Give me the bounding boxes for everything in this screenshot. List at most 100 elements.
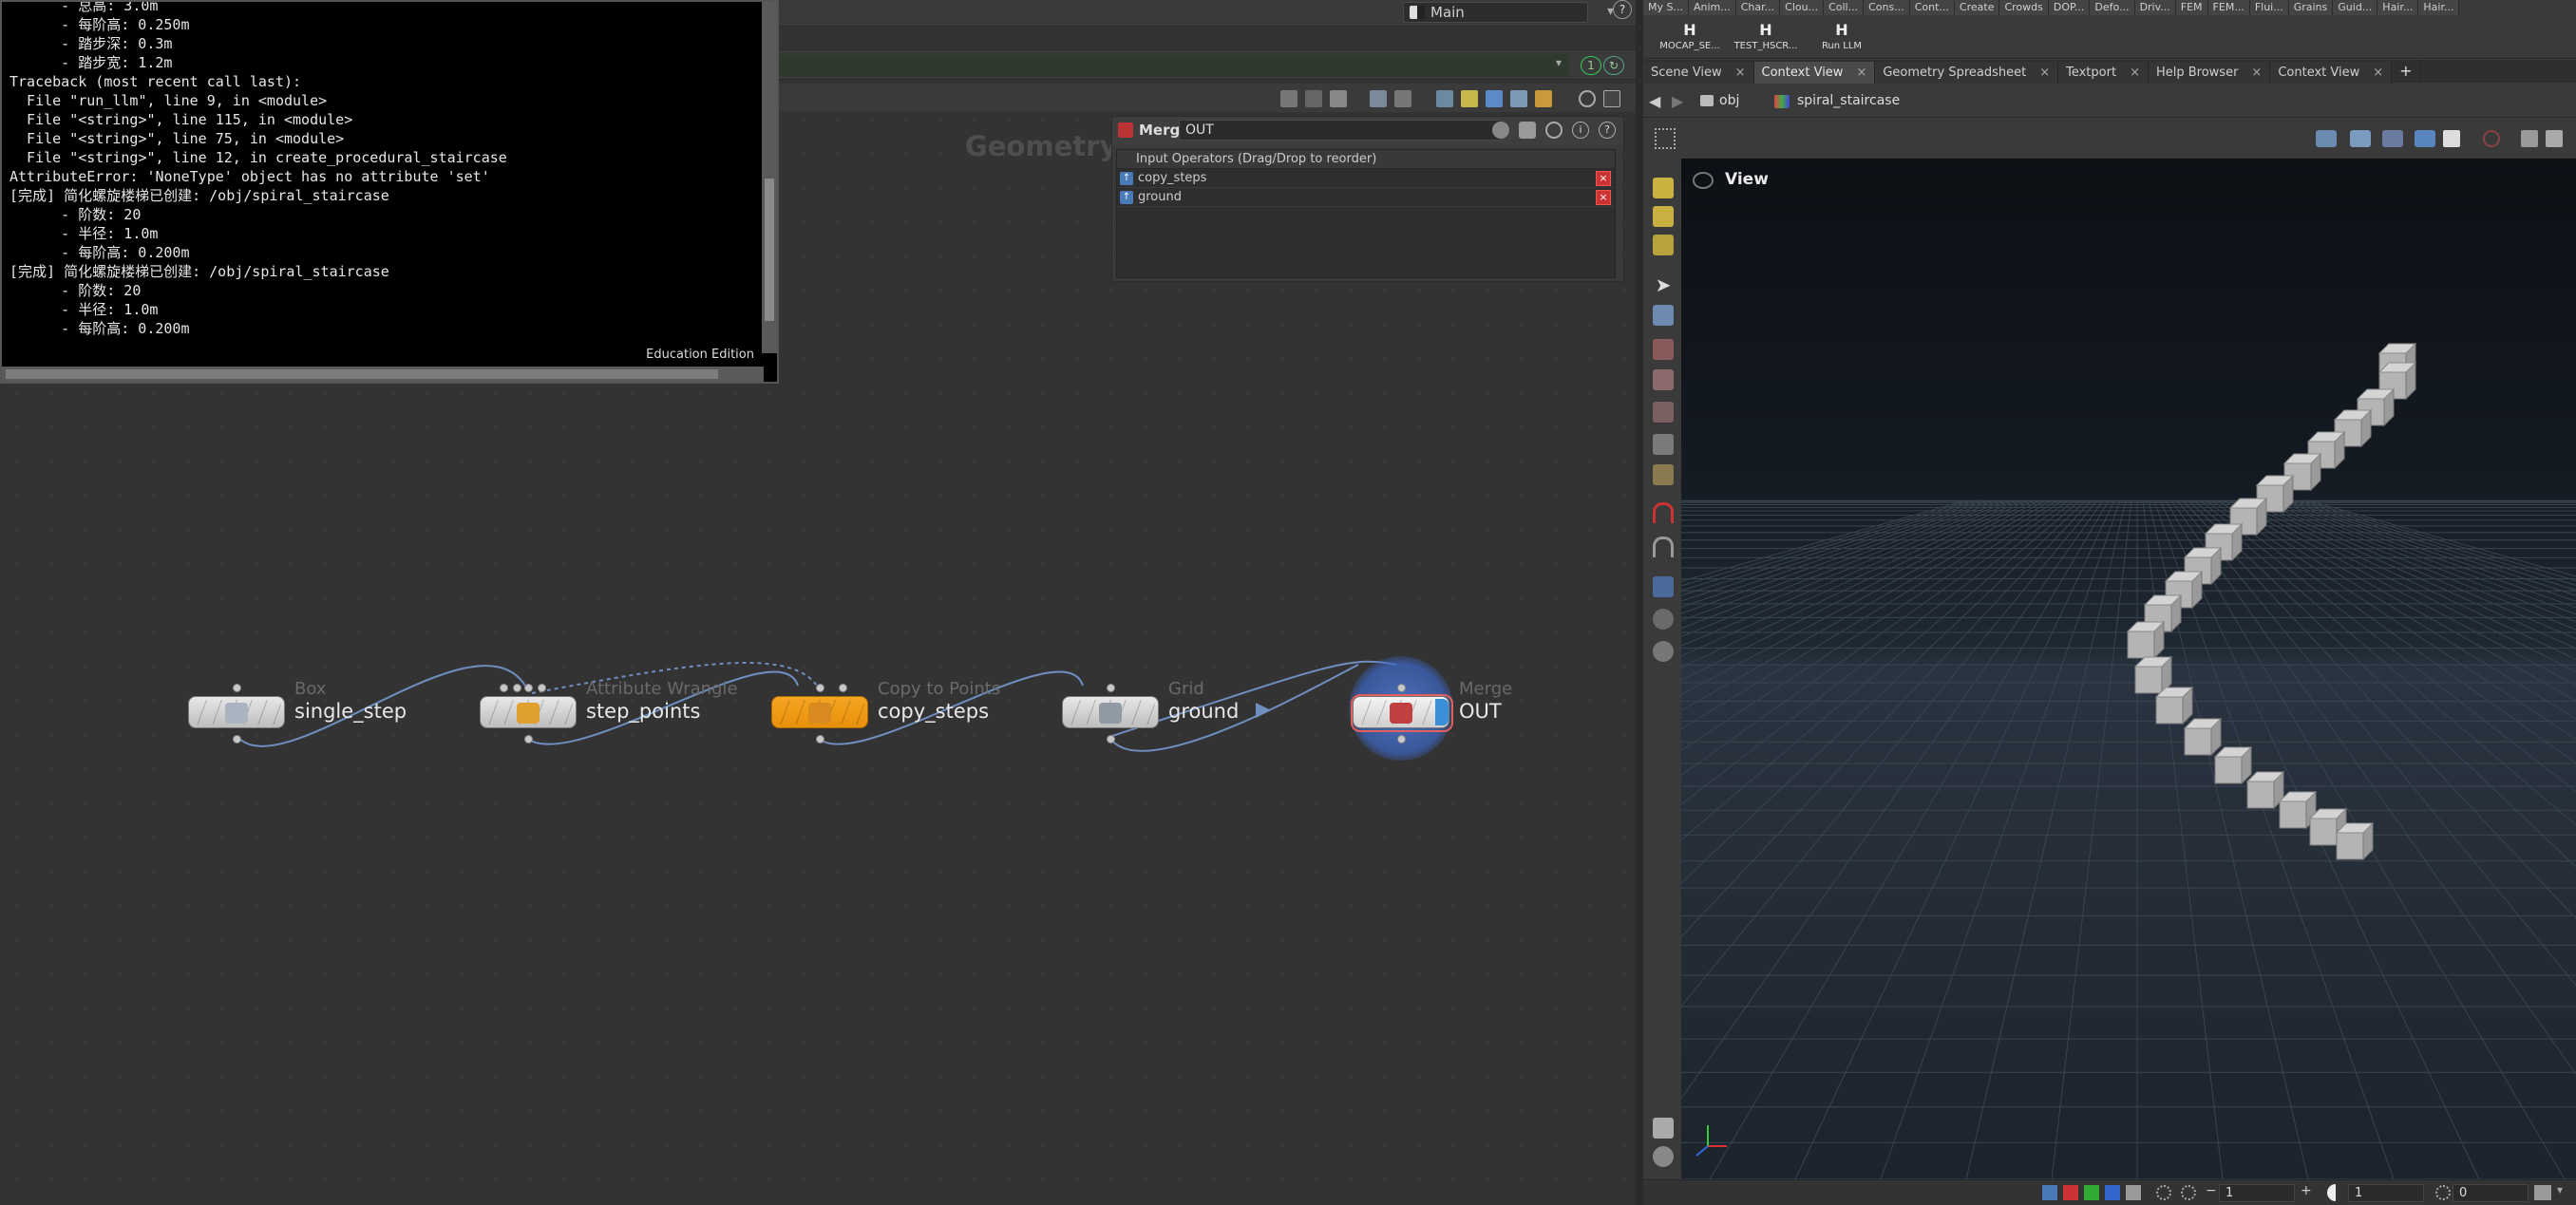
input-port[interactable] [816,684,824,692]
gamma-field[interactable]: 1 [2348,1184,2424,1202]
shelf-tab[interactable]: Hair... [2377,0,2419,15]
input-port[interactable] [839,684,847,692]
input-port[interactable] [1107,684,1115,692]
output-port[interactable] [233,735,241,744]
exposure-icon[interactable] [2156,1185,2171,1200]
frame-field[interactable]: 1 [2219,1184,2295,1202]
red-channel-icon[interactable] [2063,1185,2078,1200]
shelf-tab[interactable]: Hair... [2418,0,2460,15]
menu-grid-icon[interactable] [1655,128,1676,149]
shelf-tool[interactable]: H TEST_HSCR... [1731,19,1801,57]
tab-context-view[interactable]: Context View × [2270,62,2393,85]
pose-tool-icon[interactable] [1653,1118,1674,1139]
close-icon[interactable]: × [2130,66,2140,80]
shelf-tool[interactable]: H Run LLM [1807,19,1877,57]
tab-geometry-spreadsheet[interactable]: Geometry Spreadsheet × [1875,62,2059,85]
pose-icon[interactable] [1653,235,1674,255]
close-icon[interactable]: × [2373,66,2383,80]
output-port[interactable] [1397,735,1406,744]
node-name-label[interactable]: ground [1168,700,1239,723]
add-tab-icon[interactable]: + [2392,60,2421,83]
chevron-down-icon[interactable]: ▾ [2557,1183,2563,1196]
tab-textport[interactable]: Textport × [2058,62,2149,85]
close-icon[interactable]: × [1856,66,1866,80]
close-icon[interactable]: × [1735,66,1746,80]
shelf-tab[interactable]: Cons... [1864,0,1910,15]
shelf-tab[interactable]: Char... [1735,0,1781,15]
output-port[interactable] [816,735,824,744]
gamma-icon[interactable] [2181,1185,2196,1200]
magnet-icon[interactable] [1653,502,1674,523]
snapshot-icon[interactable] [2534,1185,2551,1200]
pivot-icon[interactable] [1653,464,1674,485]
shelf-tab[interactable]: Coll... [1824,0,1865,15]
node-name-label[interactable]: single_step [294,700,407,723]
shelf-tab[interactable]: Cont... [1909,0,1955,15]
node-name-label[interactable]: step_points [586,700,700,723]
forward-arrow-icon[interactable]: ▶ [1672,92,1683,110]
network-editor[interactable]: Main ▾ ? ▾ 1 ↻ Geometry Merge OUT i ? In… [0,0,1636,1205]
blue-channel-icon[interactable] [2105,1185,2120,1200]
view-icon[interactable] [1653,576,1674,597]
transform-icon[interactable] [1653,339,1674,360]
offset-icon[interactable] [2435,1185,2451,1200]
snapshot-icon[interactable] [2382,130,2403,147]
shelf-tab[interactable]: Driv... [2134,0,2176,15]
node-name-label[interactable]: OUT [1459,700,1502,723]
contrast-icon[interactable] [2327,1184,2344,1201]
shelf-tab[interactable]: FEM... [2207,0,2250,15]
shelf-tab[interactable]: Grains [2288,0,2334,15]
pane-splitter[interactable] [1636,0,1643,1205]
shelf-tab[interactable]: Guid... [2333,0,2378,15]
input-port[interactable] [1397,684,1406,692]
close-icon[interactable]: × [2251,66,2262,80]
arrow-select-icon[interactable]: ➤ [1653,274,1674,295]
scale-icon[interactable] [1653,402,1674,423]
settings-icon[interactable] [2521,130,2538,147]
record-icon[interactable] [2483,130,2500,147]
node-name-label[interactable]: copy_steps [878,700,989,723]
plus-icon[interactable]: + [2301,1183,2312,1198]
input-port[interactable] [500,684,508,692]
node-step_points[interactable] [480,684,577,744]
select-paint-icon[interactable] [1653,206,1674,227]
shelf-tab[interactable]: Flui... [2249,0,2289,15]
node-single_step[interactable] [188,684,285,744]
ghost-icon[interactable] [1653,609,1674,630]
shelf-tab[interactable]: FEM [2175,0,2208,15]
output-port[interactable] [1107,735,1115,744]
node-copy_steps[interactable] [771,684,868,744]
tab-help-browser[interactable]: Help Browser × [2148,62,2271,85]
box-display-icon[interactable] [2443,130,2460,147]
input-port[interactable] [233,684,241,692]
minus-icon[interactable]: − [2206,1183,2217,1198]
gear-icon[interactable] [2546,130,2563,147]
back-arrow-icon[interactable]: ◀ [1649,92,1660,110]
lock-icon[interactable] [1653,305,1674,326]
paint-icon[interactable] [1653,178,1674,198]
rotate-icon[interactable] [1653,369,1674,390]
tab-scene-view[interactable]: Scene View × [1643,62,1754,85]
shelf-tool[interactable]: H MOCAP_SE... [1655,19,1725,57]
input-port[interactable] [513,684,521,692]
light-icon[interactable] [1653,641,1674,662]
shading-icon[interactable] [2415,130,2435,147]
flashlight-icon[interactable] [2350,130,2371,147]
node-ground[interactable] [1062,684,1159,744]
shelf-tab[interactable]: My S... [1643,0,1689,15]
green-channel-icon[interactable] [2084,1185,2099,1200]
input-port[interactable] [524,684,533,692]
handle-icon[interactable] [1653,434,1674,455]
camera-tool-icon[interactable] [2316,130,2337,147]
output-port[interactable] [524,735,533,744]
3d-viewport[interactable]: View [1681,159,2576,1179]
tab-context-view[interactable]: Context View × [1753,62,1876,85]
shelf-tab[interactable]: Anim... [1688,0,1736,15]
checker-icon[interactable] [2126,1185,2141,1200]
shelf-tab[interactable]: Defo... [2090,0,2135,15]
camera-icon[interactable] [1693,172,1714,189]
shelf-tab[interactable]: Crowds [1999,0,2049,15]
visibility-icon[interactable] [1653,1146,1674,1167]
display-mode-icon[interactable] [2042,1185,2057,1200]
shelf-tab[interactable]: Clou... [1780,0,1825,15]
